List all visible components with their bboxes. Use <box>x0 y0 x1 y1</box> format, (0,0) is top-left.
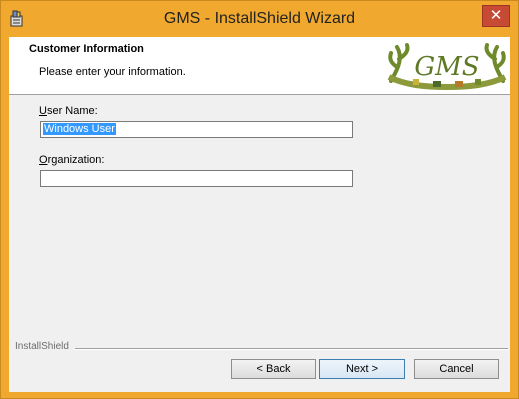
window-title: GMS - InstallShield Wizard <box>163 10 356 27</box>
gms-logo: GMS <box>387 43 507 91</box>
user-name-label: User Name: <box>39 105 98 117</box>
footer-divider <box>75 348 508 350</box>
user-name-value: Windows User <box>43 123 116 135</box>
organization-field[interactable] <box>40 170 353 187</box>
organization-label: Organization: <box>39 154 105 166</box>
close-icon: ✕ <box>489 6 503 24</box>
close-button[interactable]: ✕ <box>482 5 510 27</box>
header-panel: Customer Information Please enter your i… <box>9 37 510 95</box>
cancel-button[interactable]: Cancel <box>414 359 499 379</box>
back-button[interactable]: < Back <box>231 359 316 379</box>
gms-logo-text: GMS <box>414 52 479 82</box>
user-name-field[interactable]: Windows User <box>40 121 353 138</box>
page-subtitle: Please enter your information. <box>39 66 186 78</box>
next-button[interactable]: Next > <box>319 359 405 379</box>
installer-window: GMS - InstallShield Wizard ✕ Customer In… <box>0 0 519 399</box>
page-title: Customer Information <box>29 43 144 55</box>
title-bar[interactable]: GMS - InstallShield Wizard ✕ <box>1 1 518 37</box>
wizard-body: Customer Information Please enter your i… <box>9 37 510 392</box>
installshield-brand: InstallShield <box>15 341 69 352</box>
